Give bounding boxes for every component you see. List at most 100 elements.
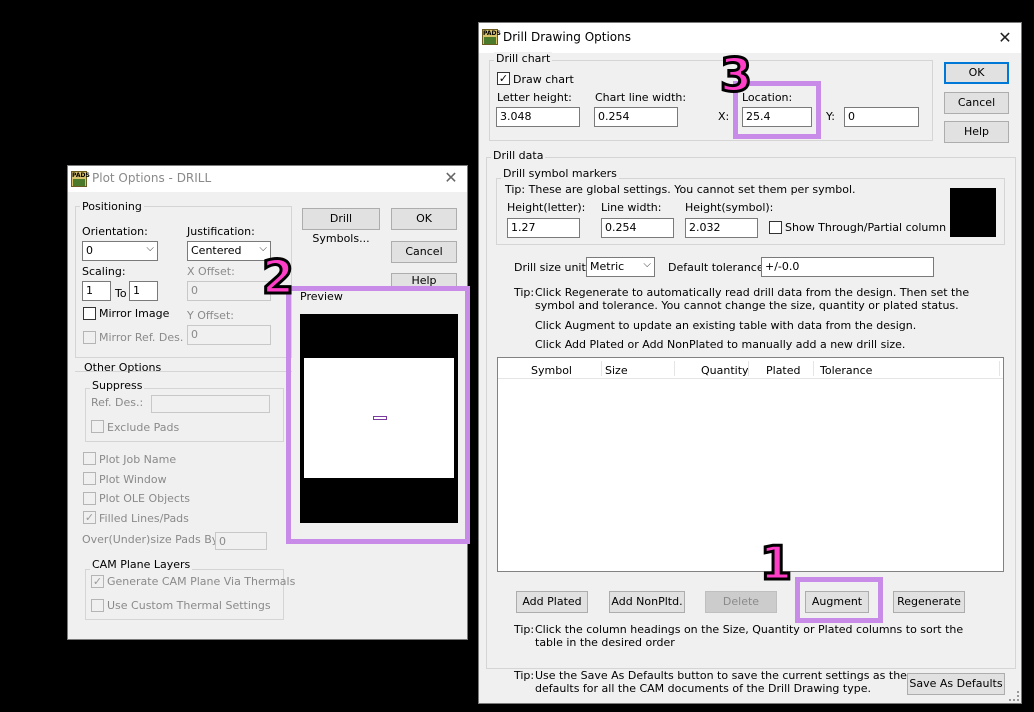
plot-job-name-label: Plot Job Name (99, 453, 177, 466)
mirror-image-label: Mirror Image (99, 307, 170, 320)
x-offset-input[interactable]: 0 (187, 281, 271, 301)
exclude-pads-checkbox[interactable] (91, 420, 104, 433)
plot-window-checkbox[interactable] (83, 472, 96, 485)
column-size[interactable]: Size (605, 364, 628, 377)
column-tolerance[interactable]: Tolerance (820, 364, 872, 377)
scale-to-label: To (115, 287, 127, 300)
close-icon[interactable]: ✕ (441, 168, 461, 188)
plot-window-label: Plot Window (99, 473, 167, 486)
scaling-label: Scaling: (82, 265, 126, 278)
positioning-label: Positioning (80, 200, 144, 213)
orientation-label: Orientation: (82, 225, 148, 238)
cam-plane-label: CAM Plane Layers (90, 558, 193, 571)
mirror-image-checkbox[interactable] (83, 307, 96, 320)
generate-cam-plane-checkbox[interactable]: ✓ (91, 575, 104, 588)
column-divider (674, 361, 675, 376)
use-custom-thermal-label: Use Custom Thermal Settings (107, 599, 271, 612)
annotation-number-3: 3 (718, 48, 753, 102)
ref-des-input[interactable] (151, 395, 270, 413)
mirror-ref-des-checkbox[interactable] (83, 331, 96, 344)
add-nonpltd-button[interactable]: Add NonPltd. (609, 591, 685, 613)
location-y-input[interactable]: 0 (844, 107, 919, 127)
location-y-label: Y: (826, 110, 835, 123)
chevron-down-icon: ⌵ (643, 259, 651, 270)
footer-tip-line1: Use the Save As Defaults button to save … (535, 669, 907, 682)
regenerate-tip-prefix: Tip: (514, 286, 535, 299)
height-letter-input[interactable]: 1.27 (507, 218, 580, 238)
delete-button[interactable]: Delete (705, 591, 777, 613)
line-width-input[interactable]: 0.254 (601, 218, 674, 238)
height-letter-label: Height(letter): (507, 201, 586, 214)
pads-app-icon: PADS (71, 171, 90, 187)
column-plated[interactable]: Plated (766, 364, 801, 377)
height-symbol-input[interactable]: 2.032 (685, 218, 758, 238)
highlight-preview (286, 286, 470, 544)
filled-lines-pads-checkbox[interactable]: ✓ (83, 511, 96, 524)
sort-tip-line2: table in the desired order (535, 636, 675, 649)
height-symbol-label: Height(symbol): (685, 201, 774, 214)
drill-chart-label: Drill chart (494, 52, 553, 65)
x-offset-label: X Offset: (187, 265, 235, 278)
plot-job-name-checkbox[interactable] (83, 452, 96, 465)
close-icon[interactable]: ✕ (995, 28, 1015, 48)
annotation-number-2: 2 (260, 250, 295, 304)
column-quantity[interactable]: Quantity (701, 364, 749, 377)
chart-line-width-input[interactable]: 0.254 (594, 107, 678, 127)
justification-label: Justification: (187, 225, 255, 238)
scale-to-input[interactable]: 1 (129, 281, 158, 301)
resize-grip-icon[interactable] (1009, 691, 1019, 701)
column-symbol[interactable]: Symbol (531, 364, 572, 377)
drill-help-button[interactable]: Help (944, 121, 1009, 143)
sort-tip-line1: Click the column headings on the Size, Q… (535, 623, 964, 636)
save-as-defaults-button[interactable]: Save As Defaults (907, 673, 1005, 695)
show-through-checkbox[interactable] (769, 221, 782, 234)
filled-lines-pads-label: Filled Lines/Pads (99, 512, 189, 525)
default-tolerance-label: Default tolerance: (668, 261, 768, 274)
size-units-select[interactable]: Metric ⌵ (586, 257, 655, 277)
letter-height-input[interactable]: 3.048 (496, 107, 580, 127)
drill-cancel-button[interactable]: Cancel (944, 92, 1009, 114)
y-offset-input[interactable]: 0 (187, 325, 271, 345)
drill-table-header: Symbol Size Quantity Plated Tolerance (498, 358, 1003, 379)
orientation-select[interactable]: 0 ⌵ (82, 241, 158, 261)
annotation-number-1: 1 (758, 536, 793, 590)
show-through-label: Show Through/Partial column (785, 221, 947, 234)
markers-tip: Tip: These are global settings. You cann… (505, 183, 856, 196)
drill-drawing-title: Drill Drawing Options (503, 30, 632, 44)
generate-cam-plane-label: Generate CAM Plane Via Thermals (107, 575, 296, 588)
scale-from-input[interactable]: 1 (82, 281, 111, 301)
augment-tip: Click Augment to update an existing tabl… (535, 319, 917, 332)
chevron-down-icon: ⌵ (146, 243, 154, 254)
plot-ole-objects-label: Plot OLE Objects (99, 492, 191, 505)
add-tip: Click Add Plated or Add NonPlated to man… (535, 338, 906, 351)
pads-app-icon: PADS (482, 29, 501, 45)
over-under-input[interactable]: 0 (215, 532, 267, 550)
draw-chart-checkbox[interactable]: ✓ (497, 72, 510, 85)
plot-options-titlebar[interactable]: PADS Plot Options - DRILL ✕ (68, 166, 467, 192)
drill-symbol-markers-label: Drill symbol markers (501, 167, 619, 180)
highlight-augment (795, 577, 883, 623)
regenerate-tip-line1: Click Regenerate to automatically read d… (535, 286, 970, 299)
plot-ok-button[interactable]: OK (391, 208, 457, 230)
mirror-ref-des-label: Mirror Ref. Des. (99, 331, 184, 344)
draw-chart-label: Draw chart (513, 73, 574, 86)
line-width-label: Line width: (601, 201, 662, 214)
drill-data-label: Drill data (491, 149, 546, 162)
use-custom-thermal-checkbox[interactable] (91, 599, 104, 612)
orientation-value: 0 (86, 244, 93, 257)
exclude-pads-label: Exclude Pads (107, 421, 180, 434)
regenerate-tip-line2: symbol and tolerance. You cannot change … (535, 299, 959, 312)
add-plated-button[interactable]: Add Plated (516, 591, 588, 613)
regenerate-button[interactable]: Regenerate (893, 591, 965, 613)
drill-ok-button[interactable]: OK (944, 62, 1009, 84)
drill-table[interactable]: Symbol Size Quantity Plated Tolerance (497, 357, 1004, 572)
drill-symbols-button[interactable]: Drill Symbols... (302, 208, 380, 245)
column-divider (999, 361, 1000, 376)
justification-select[interactable]: Centered ⌵ (187, 241, 271, 261)
y-offset-label: Y Offset: (187, 309, 234, 322)
default-tolerance-input[interactable]: +/-0.0 (761, 257, 934, 277)
plot-cancel-button[interactable]: Cancel (391, 241, 457, 263)
plot-ole-objects-checkbox[interactable] (83, 492, 96, 505)
ref-des-label: Ref. Des.: (91, 396, 144, 409)
letter-height-label: Letter height: (497, 91, 572, 104)
